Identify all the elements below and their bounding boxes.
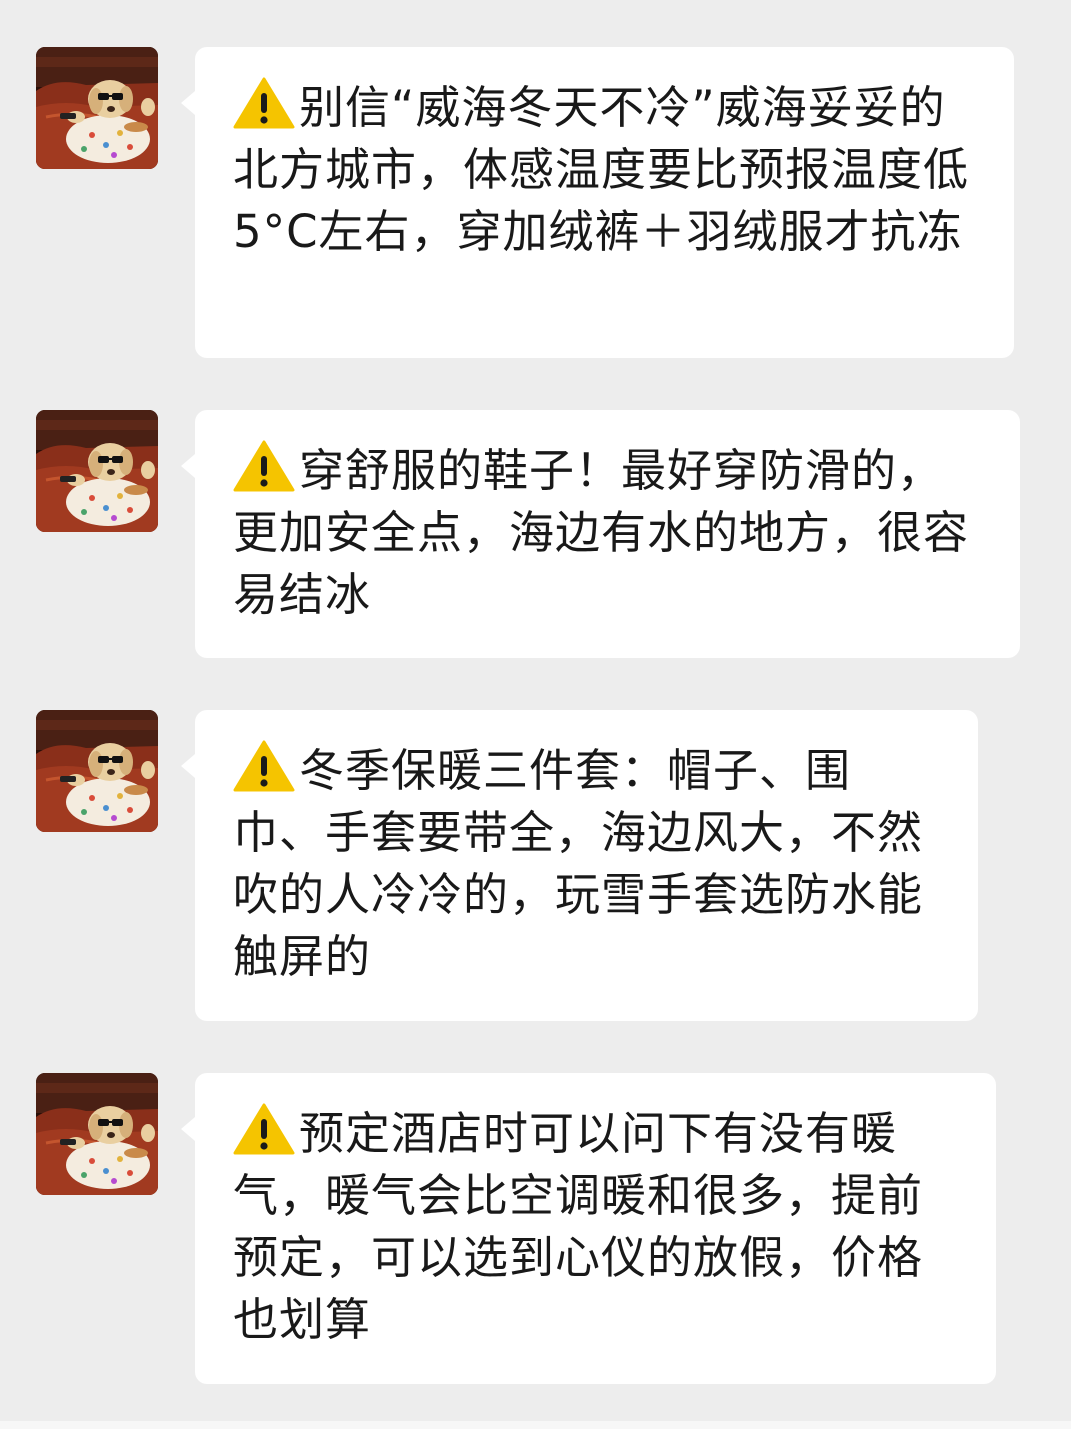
avatar[interactable]: [36, 410, 158, 532]
avatar[interactable]: [36, 710, 158, 832]
warning-icon: [233, 740, 295, 792]
warning-icon: [233, 1103, 295, 1155]
warning-icon: [233, 440, 295, 492]
message-text-content: 预定酒店时可以问下有没有暖气，暖气会比空调暖和很多，提前预定，可以选到心仪的放假…: [233, 1107, 924, 1346]
message-text-content: 别信“威海冬天不冷”威海妥妥的北方城市，体感温度要比预报温度低 5°C左右，穿加…: [233, 81, 970, 258]
message-bubble[interactable]: 预定酒店时可以问下有没有暖气，暖气会比空调暖和很多，提前预定，可以选到心仪的放假…: [181, 1073, 996, 1384]
message-bubble[interactable]: 冬季保暖三件套：帽子、围巾、手套要带全，海边风大，不然吹的人冷冷的，玩雪手套选防…: [181, 710, 978, 1021]
warning-icon: [233, 77, 295, 129]
chat-thread: 别信“威海冬天不冷”威海妥妥的北方城市，体感温度要比预报温度低 5°C左右，穿加…: [0, 0, 1071, 1429]
message-text: 别信“威海冬天不冷”威海妥妥的北方城市，体感温度要比预报温度低 5°C左右，穿加…: [233, 77, 978, 263]
message-bubble[interactable]: 穿舒服的鞋子！最好穿防滑的，更加安全点，海边有水的地方，很容易结冰: [181, 410, 1020, 658]
message-text: 穿舒服的鞋子！最好穿防滑的，更加安全点，海边有水的地方，很容易结冰: [233, 440, 984, 626]
message-bubble[interactable]: 别信“威海冬天不冷”威海妥妥的北方城市，体感温度要比预报温度低 5°C左右，穿加…: [181, 47, 1014, 358]
avatar[interactable]: [36, 47, 158, 169]
message-text-content: 冬季保暖三件套：帽子、围巾、手套要带全，海边风大，不然吹的人冷冷的，玩雪手套选防…: [233, 744, 924, 983]
message-text-content: 穿舒服的鞋子！最好穿防滑的，更加安全点，海边有水的地方，很容易结冰: [233, 444, 970, 621]
avatar[interactable]: [36, 1073, 158, 1195]
bottom-edge: [0, 1421, 1071, 1429]
message-text: 预定酒店时可以问下有没有暖气，暖气会比空调暖和很多，提前预定，可以选到心仪的放假…: [233, 1103, 960, 1351]
message-text: 冬季保暖三件套：帽子、围巾、手套要带全，海边风大，不然吹的人冷冷的，玩雪手套选防…: [233, 740, 942, 988]
